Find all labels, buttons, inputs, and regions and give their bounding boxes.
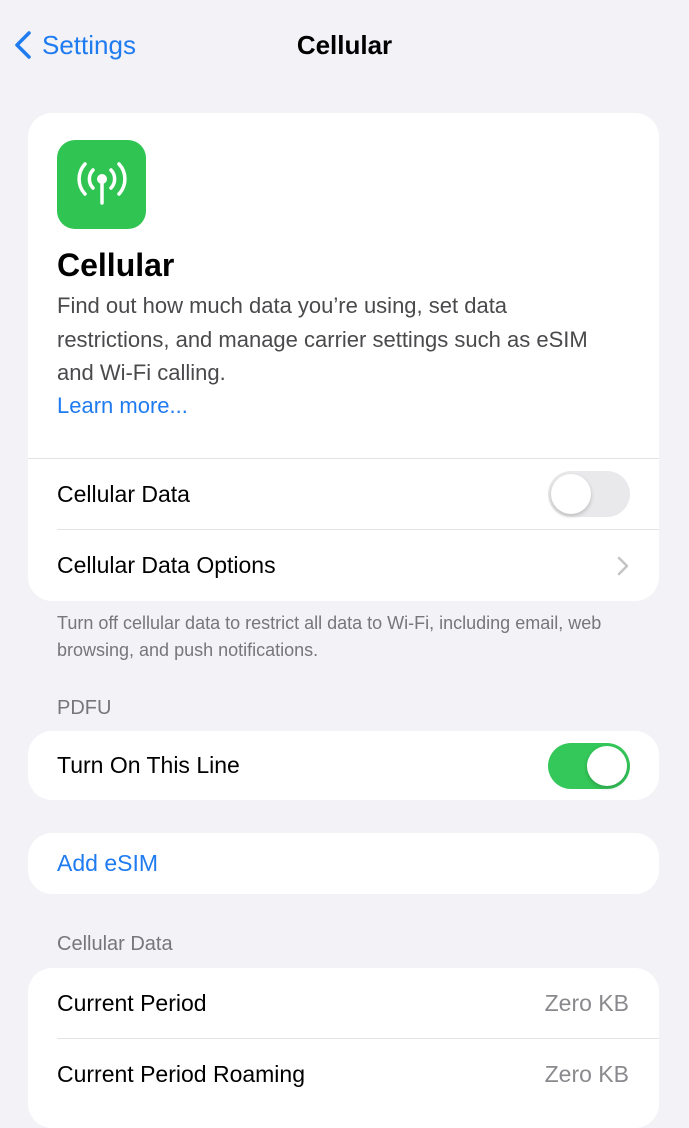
usage-card: Current Period Zero KB Current Period Ro… — [28, 968, 659, 1128]
toggle-knob — [551, 474, 591, 514]
hero-title: Cellular — [57, 247, 175, 283]
page-title: Cellular — [296, 30, 393, 60]
turn-on-line-label: Turn On This Line — [57, 752, 240, 778]
cellular-data-options-row[interactable]: Cellular Data Options — [28, 530, 659, 601]
line-card: Turn On This Line — [28, 731, 659, 800]
cellular-data-options-label: Cellular Data Options — [57, 552, 276, 578]
learn-more-link[interactable]: Learn more... — [57, 389, 188, 422]
current-period-roaming-label: Current Period Roaming — [57, 1060, 306, 1087]
cellular-data-row: Cellular Data — [28, 459, 659, 529]
usage-section-header: Cellular Data — [57, 933, 173, 955]
current-period-value: Zero KB — [544, 989, 629, 1016]
antenna-radiowaves-icon — [57, 140, 146, 229]
current-period-roaming-value: Zero KB — [544, 1060, 629, 1087]
cellular-data-footnote: Turn off cellular data to restrict all d… — [57, 613, 602, 660]
add-esim-button[interactable]: Add eSIM — [28, 833, 659, 894]
turn-on-line-row: Turn On This Line — [28, 731, 659, 800]
add-esim-label: Add eSIM — [57, 850, 158, 876]
current-period-label: Current Period — [57, 989, 207, 1016]
toggle-knob — [587, 745, 627, 786]
current-period-row: Current Period Zero KB — [28, 968, 659, 1038]
current-period-roaming-row: Current Period Roaming Zero KB — [28, 1039, 659, 1109]
turn-on-line-toggle[interactable] — [548, 742, 630, 789]
cellular-data-toggle[interactable] — [548, 471, 630, 517]
line-section-header: PDFU — [57, 697, 112, 719]
cellular-card: Cellular Find out how much data you’re u… — [28, 113, 659, 601]
cellular-data-label: Cellular Data — [57, 480, 190, 507]
navigation-bar: Settings Cellular — [0, 0, 689, 92]
add-esim-row: Add eSIM — [28, 833, 659, 894]
hero-description: Find out how much data you’re using, set… — [57, 293, 588, 385]
chevron-right-icon — [617, 556, 629, 575]
